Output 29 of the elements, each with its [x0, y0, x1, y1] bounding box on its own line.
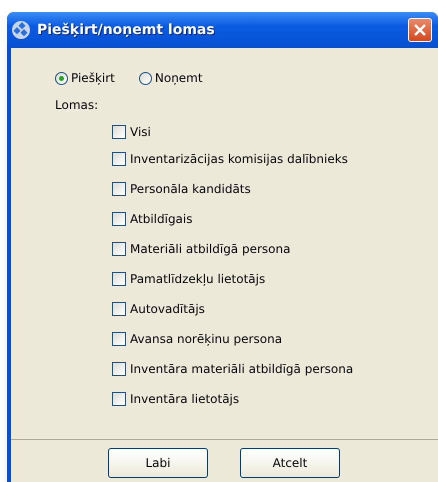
checkbox[interactable] — [112, 272, 126, 286]
role-label: Autovadītājs — [130, 302, 205, 316]
checkbox[interactable] — [112, 125, 126, 139]
radio-option[interactable]: Noņemt — [138, 71, 203, 85]
checkbox[interactable] — [112, 392, 126, 406]
role-label: Atbildīgais — [130, 212, 192, 226]
close-icon — [413, 23, 427, 37]
app-icon — [11, 20, 31, 40]
checkbox[interactable] — [112, 182, 126, 196]
roles-label: Lomas: — [54, 98, 100, 112]
checkbox[interactable] — [112, 152, 126, 166]
radio-option[interactable]: Piešķirt — [55, 71, 115, 85]
role-label: Personāla kandidāts — [130, 182, 251, 196]
checkbox[interactable] — [112, 302, 126, 316]
dialog-button[interactable]: Labi — [108, 448, 208, 478]
role-label: Inventarizācijas komisijas dalībnieks — [130, 152, 348, 166]
checkbox[interactable] — [112, 332, 126, 346]
role-label: Pamatlīdzekļu lietotājs — [130, 272, 266, 286]
dialog-button[interactable]: Atcelt — [240, 448, 340, 478]
role-label: Visi — [130, 125, 151, 139]
role-label: Materiāli atbildīgā persona — [130, 242, 290, 256]
role-label: Avansa norēķinu persona — [130, 332, 282, 346]
window-title: Piešķirt/noņemt lomas — [37, 22, 216, 38]
checkbox[interactable] — [112, 212, 126, 226]
role-label: Inventāra lietotājs — [130, 392, 240, 406]
checkbox[interactable] — [112, 242, 126, 256]
checkbox[interactable] — [112, 362, 126, 376]
close-button[interactable] — [408, 18, 432, 42]
role-label: Inventāra materiāli atbildīgā persona — [130, 362, 354, 376]
